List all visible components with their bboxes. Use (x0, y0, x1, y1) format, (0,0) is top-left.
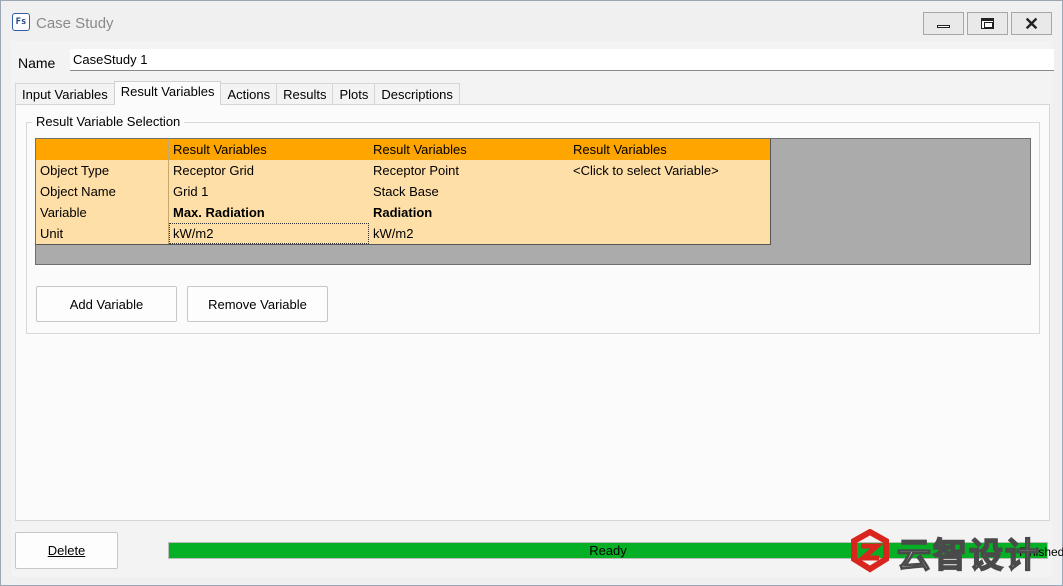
tab-result-variables[interactable]: Result Variables (113, 81, 222, 105)
name-label: Name (18, 55, 56, 71)
close-icon: ✕ (1023, 13, 1040, 34)
grid-cell[interactable]: Stack Base (369, 181, 569, 202)
grid-row-object-type: Object Type Receptor Grid Receptor Point… (36, 160, 770, 181)
maximize-button[interactable] (967, 12, 1008, 35)
grid-row-header: Object Name (36, 181, 169, 202)
result-variable-selection-group: Result Variable Selection Result Variabl… (26, 114, 1040, 334)
grid-row-header: Variable (36, 202, 169, 223)
grid-column-header[interactable]: Result Variables (169, 139, 369, 160)
grid-cell[interactable] (569, 181, 769, 202)
grid-row-variable: Variable Max. Radiation Radiation (36, 202, 770, 223)
delete-button[interactable]: Delete (15, 532, 118, 569)
close-button[interactable]: ✕ (1011, 12, 1052, 35)
tab-results[interactable]: Results (276, 83, 334, 104)
grid-row-unit: Unit kW/m2 kW/m2 (36, 223, 770, 244)
variable-grid-area[interactable]: Result Variables Result Variables Result… (35, 138, 1031, 265)
grid-cell-focused[interactable]: kW/m2 (169, 223, 369, 244)
remove-variable-button[interactable]: Remove Variable (187, 286, 328, 322)
minimize-icon (937, 25, 950, 28)
grid-row-header: Object Type (36, 160, 169, 181)
grid-row-header: Unit (36, 223, 169, 244)
title-bar[interactable]: Fs Case Study ✕ (1, 1, 1062, 41)
grid-cell-select-variable[interactable]: <Click to select Variable> (569, 160, 769, 181)
grid-cell[interactable]: Max. Radiation (169, 202, 369, 223)
grid-cell[interactable]: Radiation (369, 202, 569, 223)
name-input[interactable] (70, 49, 1054, 71)
grid-cell[interactable] (569, 223, 769, 244)
minimize-button[interactable] (923, 12, 964, 35)
tab-plots[interactable]: Plots (332, 83, 376, 104)
grid-row-object-name: Object Name Grid 1 Stack Base (36, 181, 770, 202)
case-study-window: Fs Case Study ✕ Name Input Variables Res… (0, 0, 1063, 586)
tab-input-variables[interactable]: Input Variables (15, 83, 115, 104)
window-title: Case Study (36, 15, 114, 32)
watermark-text: 云智设计 (896, 535, 1041, 577)
group-title: Result Variable Selection (32, 114, 185, 129)
watermark: 云智设计 (847, 529, 1047, 577)
watermark-logo-icon (851, 529, 889, 573)
grid-cell[interactable]: kW/m2 (369, 223, 569, 244)
grid-column-header[interactable]: Result Variables (369, 139, 569, 160)
add-variable-button[interactable]: Add Variable (36, 286, 177, 322)
variable-grid[interactable]: Result Variables Result Variables Result… (36, 139, 771, 245)
grid-cell[interactable]: Receptor Point (369, 160, 569, 181)
grid-header-corner (36, 139, 169, 160)
app-icon: Fs (12, 13, 30, 31)
grid-cell[interactable] (569, 202, 769, 223)
tab-descriptions[interactable]: Descriptions (374, 83, 460, 104)
tab-actions[interactable]: Actions (220, 83, 278, 104)
grid-header-row: Result Variables Result Variables Result… (36, 139, 770, 160)
grid-cell[interactable]: Grid 1 (169, 181, 369, 202)
grid-column-header[interactable]: Result Variables (569, 139, 769, 160)
maximize-icon (981, 18, 994, 29)
result-variables-panel: Result Variable Selection Result Variabl… (15, 104, 1050, 521)
dialog-content: Name Input Variables Result Variables Ac… (11, 41, 1063, 577)
grid-cell[interactable]: Receptor Grid (169, 160, 369, 181)
tab-strip: Input Variables Result Variables Actions… (15, 81, 460, 105)
